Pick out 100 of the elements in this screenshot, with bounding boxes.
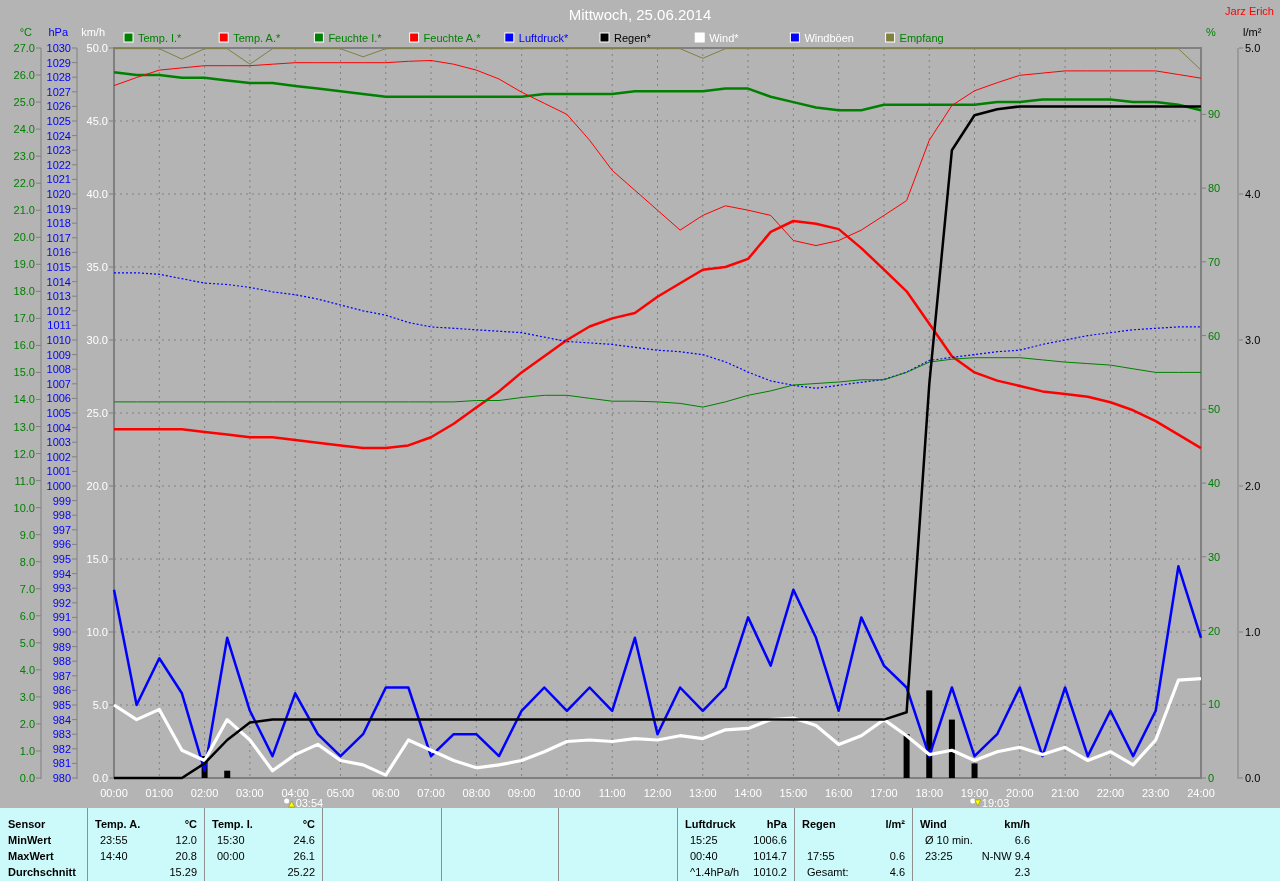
table-cell-text: 1014.7 [753,849,787,864]
axis-tick-label: 1030 [46,42,71,54]
legend-label: Luftdruck* [518,32,569,44]
axis-tick-label: 60 [1208,329,1221,342]
axis-tick-label: 16.0 [13,339,35,352]
axis-tick-label: 983 [52,728,71,741]
axis-tick-label: 07:00 [417,787,445,799]
column-header: Luftdruck [685,817,736,832]
author-label: Jarz Erich [1225,5,1274,17]
axis-tick-label: 12.0 [13,447,35,460]
axis-tick-label: 13:00 [689,787,717,799]
axis-tick-label: 980 [52,772,71,784]
axis-tick-label: 17.0 [13,312,35,325]
axis-tick-label: 0.0 [92,772,108,784]
legend-label: Wind* [709,32,739,44]
table-cell-text: 23:25 [924,849,953,864]
axis-tick-label: 1011 [47,319,71,332]
axis-tick-label: 4.0 [1245,188,1261,200]
rain-bar [903,734,910,778]
axis-tick-label: 6.0 [19,609,35,622]
table-cell-text: 1010.2 [753,865,787,880]
axis-tick-label: 985 [52,699,71,711]
axis-tick-label: 18.0 [13,285,35,298]
axis-tick-label: 22:00 [1096,787,1125,799]
table-cell-text: 00:40 [689,849,718,864]
axis-tick-label: 21:00 [1051,787,1079,799]
axis-tick-label: 991 [52,611,71,624]
axis-tick-label: 90 [1208,108,1221,121]
axis-tick-label: 50.0 [86,42,108,54]
axis-tick-label: 5.0 [92,699,108,711]
axis-tick-label: 13.0 [13,420,35,433]
axis-tick-label: 27.0 [13,42,35,54]
column-unit: °C [184,817,197,832]
axis-tick-label: 1028 [46,71,71,84]
axis-tick-label: 03:00 [236,787,264,799]
axis-tick-label: 7.0 [19,582,35,595]
axis-tick-label: 15.0 [13,366,35,379]
table-cell-text: 15.29 [169,865,197,880]
axis-tick-label: 1009 [46,348,71,361]
axis-tick-label: 20.0 [13,231,35,244]
table-cell-text: 20.8 [175,849,197,864]
table-cell-text: N-NW 9.4 [981,849,1030,864]
column-header: Wind [920,817,947,832]
axis-tick-label: 23:00 [1141,787,1170,799]
table-cell-text: 15:30 [216,833,245,848]
column-unit: km/h [1004,817,1030,832]
axis-tick-label: 1014 [46,275,71,288]
axis-tick-label: 45.0 [86,115,108,127]
axis-tick-label: 20 [1208,624,1221,637]
rain-bar [971,763,978,778]
axis-tick-label: 10 [1208,698,1221,711]
axis-tick-label: 23.0 [13,150,35,163]
table-cell-text: 6.6 [1014,833,1030,848]
table-cell-text: 12.0 [175,833,197,848]
axis-tick-label: 988 [52,655,71,668]
axis-tick-label: 1008 [46,363,71,376]
axis-tick-label: 1025 [46,115,71,127]
axis-tick-label: 80 [1208,182,1221,195]
sun-marker-icon [284,798,295,808]
table-header: Sensor [8,817,47,832]
axis-tick-label: 999 [52,494,71,507]
legend-label: Feuchte I.* [328,32,382,44]
table-cell-text: 25.22 [287,865,315,880]
table-cell-text: 4.6 [889,865,905,880]
axis-tick-label: 998 [52,509,71,522]
axis-tick-label: 16:00 [824,787,853,799]
axis-tick-label: 20:00 [1006,787,1034,799]
axis-tick-label: 992 [52,596,71,609]
axis-tick-label: 995 [52,553,71,565]
axis-tick-label: 996 [52,538,71,551]
axis-tick-label: 1.0 [19,744,35,757]
axis-tick-label: 3.0 [1245,334,1261,346]
axis-tick-label: 990 [52,626,71,638]
axis-tick-label: 08:00 [462,787,491,799]
axis-unit: km/h [81,26,105,38]
table-cell-text: 1006.6 [753,833,787,848]
table-cell-text: 23:55 [99,833,128,848]
axis-tick-label: 40 [1208,477,1221,490]
axis-tick-label: 01:00 [145,787,174,799]
axis-tick-label: 1019 [46,202,71,215]
sun-time-label: 03:54 [295,797,324,808]
axis-tick-label: 22.0 [13,177,35,190]
table-cell-text: 14:40 [99,849,128,864]
axis-tick-label: 15.0 [86,553,108,565]
table-cell-text: 26.1 [293,849,315,864]
table-cell-text: Gesamt: [806,865,849,880]
axis-tick-label: 1000 [46,480,71,492]
axis-tick-label: 0.0 [19,772,35,784]
legend-label: Empfang [899,32,944,44]
column-header: Regen [802,817,836,832]
axis-tick-label: 1021 [46,173,71,186]
axis-tick-label: 1013 [46,290,71,303]
axis-tick-label: 1018 [46,217,71,230]
axis-tick-label: 986 [52,684,71,697]
axis-tick-label: 987 [52,669,71,682]
axis-tick-label: 1004 [46,421,71,434]
row-label: Durchschnitt [8,865,77,880]
axis-tick-label: 1022 [46,158,71,171]
axis-tick-label: 9.0 [19,528,35,541]
table-cell-text: 17:55 [806,849,835,864]
